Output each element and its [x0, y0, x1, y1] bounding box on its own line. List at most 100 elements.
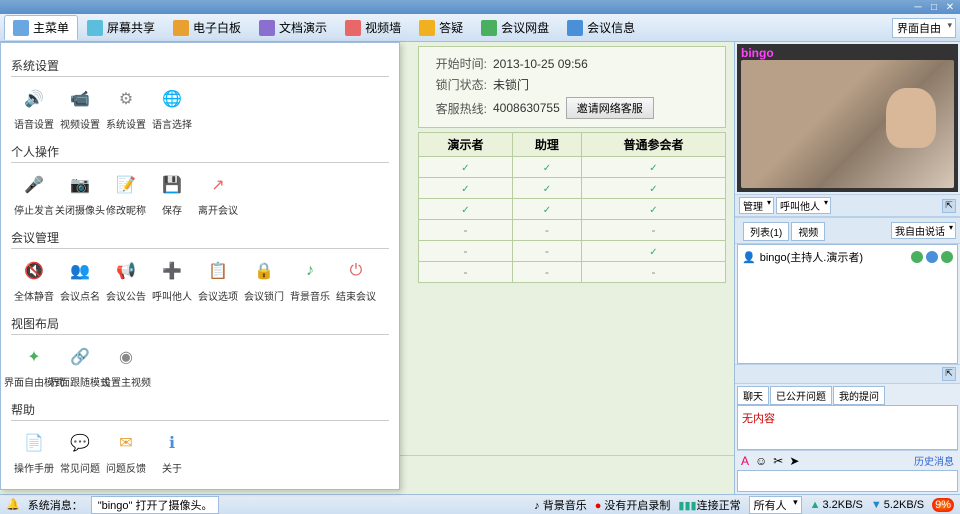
chat-tab[interactable]: 我的提问 — [833, 386, 885, 405]
menu-item[interactable]: ⚙系统设置 — [103, 83, 149, 133]
menu-item[interactable]: 💾保存 — [149, 169, 195, 219]
chat-body: 无内容 — [737, 405, 958, 450]
menu-item[interactable]: 🔊 语音设置 — [11, 83, 57, 133]
screenshot-icon[interactable]: ✂ — [773, 454, 783, 468]
sysmsg-text: "bingo" 打开了摄像头。 — [91, 496, 220, 514]
close-button[interactable]: ✕ — [944, 2, 956, 12]
menu-section-title: 系统设置 — [11, 53, 389, 77]
menu-section-title: 个人操作 — [11, 139, 389, 163]
menu-item-label: 关于 — [162, 460, 182, 475]
bgm-indicator[interactable]: ♪ 背景音乐 — [534, 497, 587, 513]
manage-select[interactable]: 管理 — [739, 197, 774, 214]
chat-popout-icon[interactable]: ⇱ — [942, 367, 956, 381]
chat-tab[interactable]: 聊天 — [737, 386, 769, 405]
perm-cell — [512, 199, 581, 220]
menu-item[interactable]: 📷关闭摄像头 — [57, 169, 103, 219]
tab-label: 视频墙 — [365, 19, 401, 36]
menu-item-icon: 🔊 — [20, 85, 48, 113]
main-toolbar: 主菜单 屏幕共享电子白板文档演示 视频墙 答疑 会议网盘会议信息 界面自由 — [0, 14, 960, 42]
main-menu-dropdown: 系统设置 🔊 语音设置📹视频设置⚙系统设置🌐语言选择个人操作 🎤停止发言📷关闭摄像头📝… — [0, 42, 400, 490]
menu-item[interactable]: ◉ 设置主视频 — [103, 341, 149, 391]
mic-status-icon[interactable] — [911, 251, 923, 263]
speaker-status-icon[interactable] — [941, 251, 953, 263]
layout-mode-select[interactable]: 界面自由 — [892, 18, 956, 38]
tab-6[interactable]: 会议网盘 — [472, 15, 558, 40]
menu-item[interactable]: 🔒会议锁门 — [241, 255, 287, 305]
tab-label: 屏幕共享 — [107, 19, 155, 36]
call-others-select[interactable]: 呼叫他人 — [776, 197, 831, 214]
menu-item[interactable]: ℹ关于 — [149, 427, 195, 477]
menu-item[interactable]: 🌐语言选择 — [149, 83, 195, 133]
restore-button[interactable]: □ — [928, 2, 940, 12]
menu-item-icon: 📹 — [66, 85, 94, 113]
chat-target-select[interactable]: 所有人 — [749, 496, 802, 514]
menu-item[interactable]: 🔇全体静音 — [11, 255, 57, 305]
list-tab[interactable]: 列表(1) — [743, 222, 789, 241]
menu-item[interactable]: ⏻结束会议 — [333, 255, 379, 305]
lock-status-value: 未锁门 — [493, 76, 529, 93]
tab-icon — [419, 20, 435, 36]
menu-item[interactable]: ♪背景音乐 — [287, 255, 333, 305]
video-tab[interactable]: 视频 — [791, 222, 825, 241]
menu-item[interactable]: ↗离开会议 — [195, 169, 241, 219]
chat-input[interactable] — [737, 470, 958, 492]
menu-section-title: 会议管理 — [11, 225, 389, 249]
table-row — [419, 157, 726, 178]
menu-item-label: 停止发言 — [14, 202, 54, 217]
menu-item[interactable]: 📄操作手册 — [11, 427, 57, 477]
menu-item-label: 操作手册 — [14, 460, 54, 475]
record-indicator[interactable]: ● 没有开启录制 — [595, 497, 671, 513]
menu-item-label: 语音设置 — [14, 116, 54, 131]
tab-4[interactable]: 视频墙 — [336, 15, 410, 40]
tab-7[interactable]: 会议信息 — [558, 15, 644, 40]
menu-item[interactable]: 💬常见问题 — [57, 427, 103, 477]
speak-mode-select[interactable]: 我自由说话 — [891, 222, 956, 239]
menu-item-label: 会议点名 — [60, 288, 100, 303]
menu-item-icon: 🌐 — [158, 85, 186, 113]
menu-item[interactable]: 👥会议点名 — [57, 255, 103, 305]
perm-cell — [419, 220, 513, 241]
menu-item[interactable]: 🔗界面跟随模式 — [57, 341, 103, 391]
tab-label: 会议网盘 — [501, 19, 549, 36]
font-icon[interactable]: A — [741, 454, 749, 468]
menu-item[interactable]: 📹视频设置 — [57, 83, 103, 133]
menu-item-label: 系统设置 — [106, 116, 146, 131]
menu-item-icon: 💬 — [66, 429, 94, 457]
tab-0[interactable]: 主菜单 — [4, 15, 78, 40]
minimize-button[interactable]: ─ — [912, 2, 924, 12]
menu-item[interactable]: 📋会议选项 — [195, 255, 241, 305]
perm-cell — [581, 241, 725, 262]
perm-cell — [419, 262, 513, 283]
perm-cell — [581, 199, 725, 220]
menu-item[interactable]: ✉问题反馈 — [103, 427, 149, 477]
table-row — [419, 262, 726, 283]
menu-item[interactable]: 📢会议公告 — [103, 255, 149, 305]
invite-support-button[interactable]: 邀请网络客服 — [566, 97, 654, 119]
send-icon[interactable]: ➤ — [789, 454, 799, 468]
perm-cell — [419, 199, 513, 220]
perm-cell — [512, 241, 581, 262]
cam-status-icon[interactable] — [926, 251, 938, 263]
tab-2[interactable]: 电子白板 — [164, 15, 250, 40]
participant-row[interactable]: 👤 bingo(主持人.演示者) — [740, 247, 955, 267]
user-icon: 👤 — [742, 251, 756, 264]
tab-3[interactable]: 文档演示 — [250, 15, 336, 40]
role-header: 演示者 — [419, 133, 513, 157]
tab-5[interactable]: 答疑 — [410, 15, 472, 40]
menu-item[interactable]: ➕呼叫他人 — [149, 255, 195, 305]
menu-item-label: 设置主视频 — [101, 374, 151, 389]
tab-label: 答疑 — [439, 19, 463, 36]
menu-item-label: 问题反馈 — [106, 460, 146, 475]
emoji-icon[interactable]: ☺ — [755, 454, 767, 468]
chat-tab[interactable]: 已公开问题 — [770, 386, 832, 405]
popout-icon[interactable]: ⇱ — [942, 199, 956, 213]
menu-item[interactable]: 🎤停止发言 — [11, 169, 57, 219]
menu-item[interactable]: 📝修改昵称 — [103, 169, 149, 219]
menu-item-icon: ➕ — [158, 257, 186, 285]
video-preview[interactable]: bingo — [737, 44, 958, 192]
content-area: 系统设置 🔊 语音设置📹视频设置⚙系统设置🌐语言选择个人操作 🎤停止发言📷关闭摄像头📝… — [0, 42, 734, 494]
tab-1[interactable]: 屏幕共享 — [78, 15, 164, 40]
menu-item-icon: ◉ — [112, 343, 140, 371]
history-link[interactable]: 历史消息 — [914, 453, 954, 468]
menu-item-icon: ♪ — [296, 257, 324, 285]
